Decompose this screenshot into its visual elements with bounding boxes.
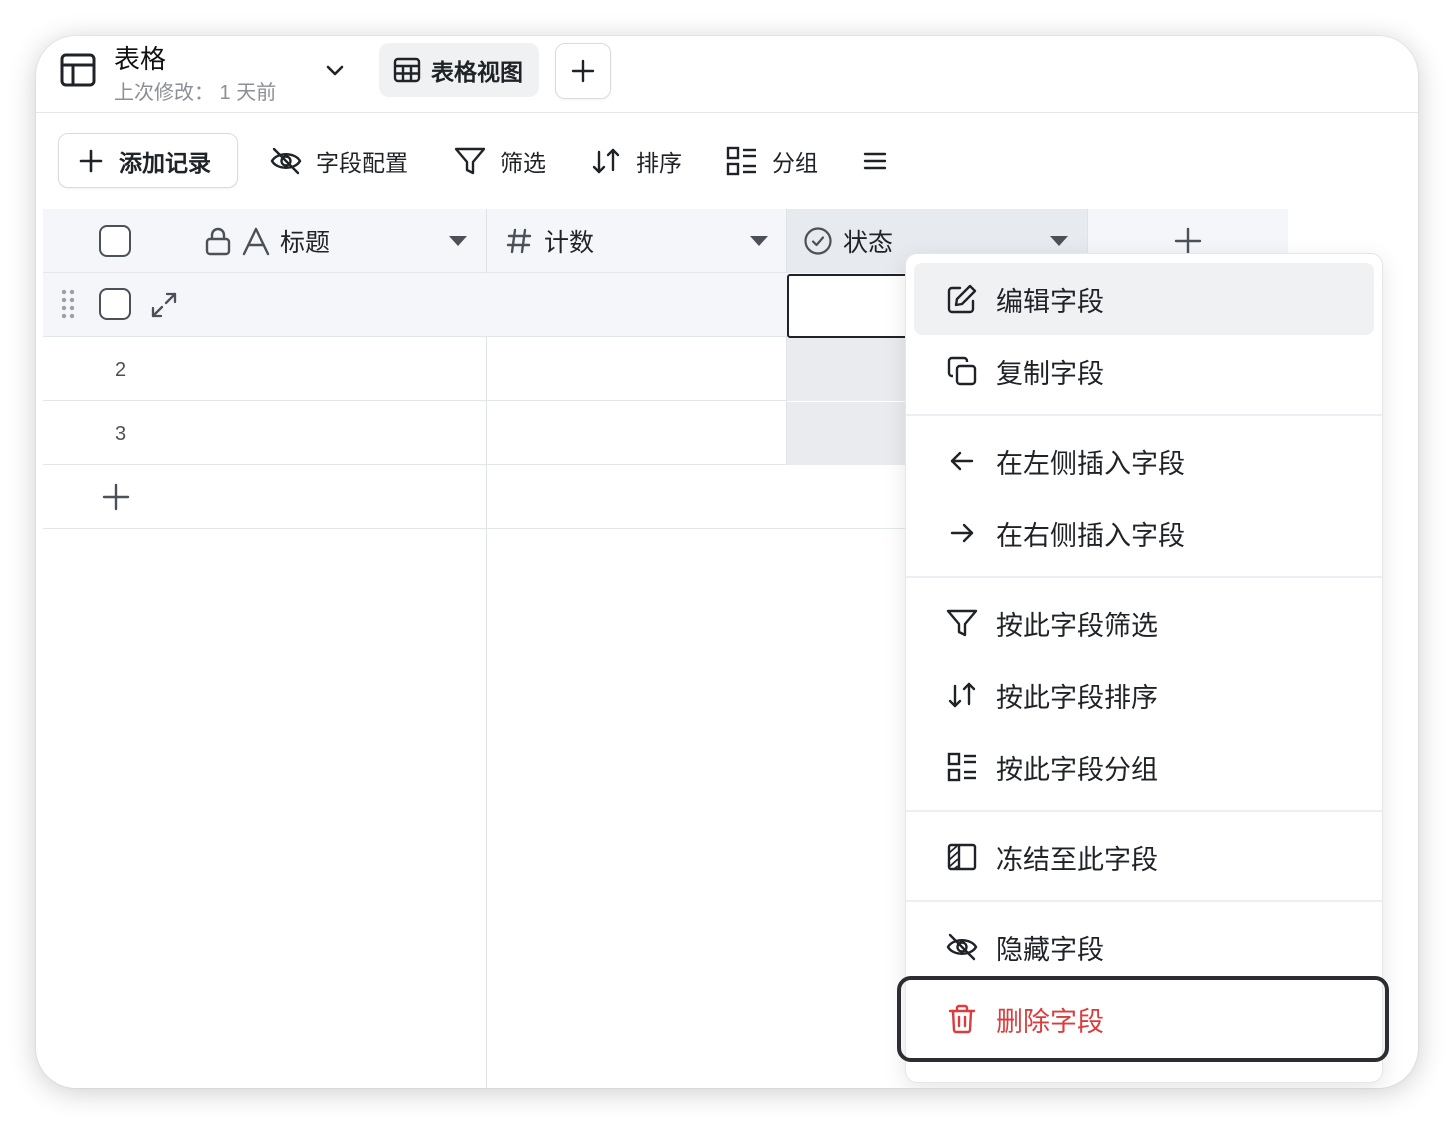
- filter-icon: [946, 607, 978, 639]
- group-button[interactable]: 分组: [726, 141, 818, 181]
- check-circle-icon: [803, 226, 833, 256]
- edit-icon: [946, 283, 978, 315]
- field-config-button[interactable]: 字段配置: [270, 141, 408, 181]
- menu-item-label: 在左侧插入字段: [996, 448, 1185, 479]
- copy-icon: [946, 355, 978, 387]
- status-cell[interactable]: [787, 402, 905, 465]
- toolbar: 添加记录 字段配置 筛选 排序 分组: [36, 114, 1418, 210]
- field-config-label: 字段配置: [316, 150, 408, 176]
- sort-button[interactable]: 排序: [590, 141, 682, 181]
- caret-down-icon[interactable]: [449, 236, 467, 246]
- group-icon: [726, 146, 758, 176]
- add-record-label: 添加记录: [119, 149, 211, 176]
- menu-item-filter-by-field[interactable]: 按此字段筛选: [914, 587, 1374, 659]
- menu-item-label: 冻结至此字段: [996, 844, 1158, 875]
- hash-icon: [506, 227, 532, 255]
- column-label: 计数: [544, 229, 595, 257]
- column-header-count[interactable]: 计数: [506, 209, 594, 273]
- menu-item-edit-field[interactable]: 编辑字段: [914, 263, 1374, 335]
- eye-off-icon: [946, 931, 978, 963]
- menu-item-freeze-field[interactable]: 冻结至此字段: [914, 821, 1374, 893]
- plus-icon: [79, 149, 103, 173]
- menu-divider: [906, 576, 1382, 578]
- row-number: 2: [115, 359, 127, 381]
- menu-divider: [906, 900, 1382, 902]
- group-label: 分组: [772, 150, 818, 176]
- menu-item-insert-right[interactable]: 在右侧插入字段: [914, 497, 1374, 569]
- chevron-down-icon[interactable]: [322, 58, 348, 84]
- menu-item-label: 按此字段排序: [996, 682, 1158, 713]
- select-all-checkbox[interactable]: [99, 225, 131, 257]
- grid-icon: [393, 56, 421, 84]
- sort-icon: [590, 146, 622, 176]
- menu-item-label: 在右侧插入字段: [996, 520, 1185, 551]
- table-icon: [60, 52, 96, 88]
- menu-item-label: 按此字段分组: [996, 754, 1158, 785]
- status-cell[interactable]: [787, 338, 905, 401]
- top-bar: 表格 上次修改： 1 天前 表格视图: [36, 36, 1418, 113]
- freeze-icon: [946, 841, 978, 873]
- table-title: 表格: [114, 44, 167, 74]
- sort-label: 排序: [636, 150, 682, 176]
- focus-ring: [897, 976, 1389, 1062]
- field-context-menu: 编辑字段 复制字段 在左侧插入字段 在右侧插入字段 按此字段筛选 按此字段排序 …: [905, 253, 1383, 1083]
- filter-icon: [454, 146, 486, 176]
- caret-down-icon[interactable]: [1050, 236, 1068, 246]
- arrow-left-icon: [946, 445, 978, 477]
- row-number: 3: [115, 423, 127, 445]
- column-header-title[interactable]: 标题: [204, 209, 330, 273]
- plus-icon: [102, 483, 130, 511]
- menu-item-label: 隐藏字段: [996, 934, 1104, 965]
- text-a-icon: [242, 226, 270, 256]
- column-label: 状态: [843, 229, 894, 257]
- more-menu-button[interactable]: [862, 141, 888, 181]
- menu-divider: [906, 414, 1382, 416]
- menu-item-sort-by-field[interactable]: 按此字段排序: [914, 659, 1374, 731]
- eye-off-icon: [270, 146, 302, 176]
- menu-item-hide-field[interactable]: 隐藏字段: [914, 911, 1374, 983]
- last-modified: 上次修改： 1 天前: [114, 82, 277, 104]
- sort-icon: [946, 679, 978, 711]
- add-view-button[interactable]: [555, 43, 611, 99]
- drag-handle-icon[interactable]: [60, 288, 76, 322]
- plus-icon: [1174, 227, 1202, 255]
- menu-item-label: 编辑字段: [996, 286, 1104, 317]
- view-tab-grid[interactable]: 表格视图: [379, 43, 539, 97]
- app-window: 表格 上次修改： 1 天前 表格视图 添加记录 字段配置 筛选 排序 分组 标题…: [36, 36, 1418, 1088]
- column-header-status[interactable]: 状态: [803, 209, 893, 273]
- plus-icon: [570, 58, 596, 84]
- add-record-button[interactable]: 添加记录: [58, 133, 238, 188]
- menu-item-copy-field[interactable]: 复制字段: [914, 335, 1374, 407]
- arrow-right-icon: [946, 517, 978, 549]
- menu-item-label: 复制字段: [996, 358, 1104, 389]
- menu-icon: [862, 148, 888, 174]
- expand-icon[interactable]: [149, 290, 179, 320]
- caret-down-icon[interactable]: [750, 236, 768, 246]
- group-icon: [946, 751, 978, 783]
- filter-button[interactable]: 筛选: [454, 141, 546, 181]
- lock-icon: [204, 226, 232, 256]
- menu-divider: [906, 810, 1382, 812]
- row-checkbox[interactable]: [99, 288, 131, 320]
- filter-label: 筛选: [500, 150, 546, 176]
- view-tab-label: 表格视图: [431, 59, 523, 85]
- column-label: 标题: [280, 229, 331, 257]
- menu-item-group-by-field[interactable]: 按此字段分组: [914, 731, 1374, 803]
- menu-item-insert-left[interactable]: 在左侧插入字段: [914, 425, 1374, 497]
- menu-item-label: 按此字段筛选: [996, 610, 1158, 641]
